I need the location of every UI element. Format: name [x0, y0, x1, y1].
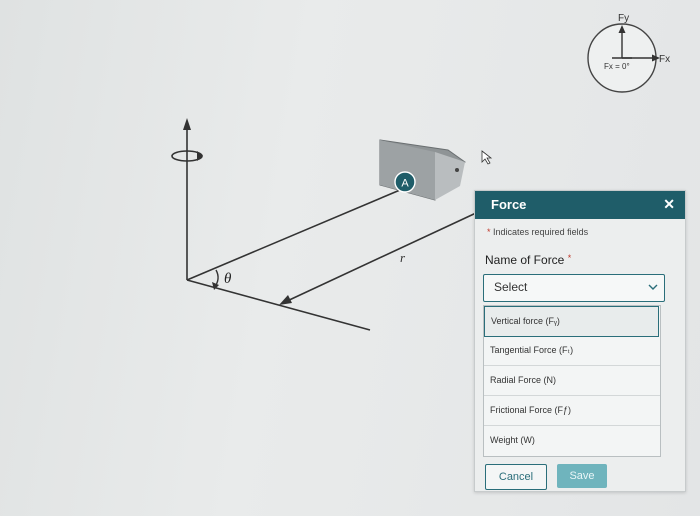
required-star-icon: *: [567, 253, 572, 263]
option-frictional-force[interactable]: Frictional Force (Fƒ): [484, 396, 660, 426]
field-label-text: Name of Force: [485, 253, 565, 267]
force-panel: Force ✕ * Indicates required fields Name…: [474, 190, 686, 492]
force-compass: Fy Fx Fx = 0°: [587, 13, 670, 93]
compass-center-label: Fx = 0°: [604, 62, 630, 71]
rod-line: [186, 189, 401, 281]
r-label: r: [400, 250, 406, 265]
option-radial-force[interactable]: Radial Force (N): [484, 366, 660, 396]
option-vertical-force[interactable]: Vertical force (Fᵧ): [484, 306, 659, 337]
force-select[interactable]: Select: [483, 274, 665, 302]
required-note-text: Indicates required fields: [493, 227, 589, 237]
theta-label: θ: [224, 271, 232, 287]
compass-fy-label: Fy: [618, 13, 629, 24]
required-note: * Indicates required fields: [487, 227, 588, 237]
save-button[interactable]: Save: [557, 464, 607, 488]
rotation-arrowhead: [197, 151, 203, 161]
mouse-cursor-icon: [481, 150, 493, 165]
cancel-button[interactable]: Cancel: [485, 464, 547, 490]
r-arrowhead: [279, 295, 292, 305]
force-options-list: Vertical force (Fᵧ) Tangential Force (Fₜ…: [483, 305, 661, 457]
block-object: [379, 139, 466, 201]
point-a-label: A: [401, 178, 409, 190]
name-of-force-label: Name of Force *: [485, 253, 571, 267]
close-icon[interactable]: ✕: [663, 196, 675, 213]
panel-title: Force: [491, 197, 527, 212]
option-tangential-force[interactable]: Tangential Force (Fₜ): [484, 336, 660, 366]
select-value: Select: [494, 280, 528, 294]
option-weight[interactable]: Weight (W): [484, 426, 660, 455]
panel-header: Force ✕: [475, 191, 685, 219]
vertical-axis-arrowhead: [183, 118, 191, 130]
chevron-down-icon: [648, 284, 658, 290]
compass-fx-label: Fx: [659, 54, 670, 65]
required-star-icon: *: [487, 227, 491, 237]
